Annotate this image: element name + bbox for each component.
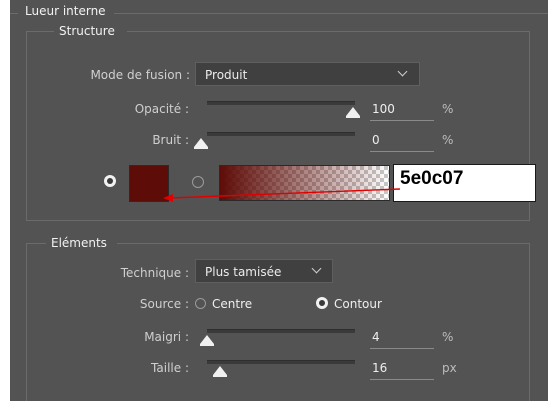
size-slider-track[interactable] — [207, 360, 355, 364]
elements-border-right — [529, 243, 530, 401]
source-center-radio[interactable] — [195, 298, 206, 309]
choke-value-underline — [370, 348, 434, 349]
opacity-unit: % — [442, 102, 454, 116]
inner-glow-panel: Lueur interne Structure Mode de fusion :… — [10, 0, 548, 401]
noise-unit: % — [442, 133, 454, 147]
noise-slider-track[interactable] — [207, 132, 355, 136]
opacity-slider-track[interactable] — [207, 101, 355, 105]
elements-border-left — [26, 243, 27, 401]
outer-group-border-top-right — [114, 13, 548, 14]
hex-color-annotation: 5e0c07 — [400, 168, 464, 189]
opacity-slider-thumb[interactable] — [346, 107, 360, 116]
blend-mode-label: Mode de fusion : — [90, 68, 190, 82]
choke-label: Maigri : — [144, 330, 189, 344]
noise-value-underline — [370, 151, 434, 152]
noise-label: Bruit : — [152, 133, 189, 147]
size-value-underline — [370, 379, 434, 380]
blend-mode-select[interactable]: Produit — [195, 62, 420, 86]
source-label: Source : — [139, 297, 189, 311]
elements-title: Eléments — [51, 236, 107, 250]
solid-color-radio[interactable] — [104, 175, 116, 187]
source-edge-label[interactable]: Contour — [334, 297, 382, 311]
structure-border-left — [26, 31, 27, 220]
noise-value[interactable]: 0 — [372, 133, 380, 147]
blend-mode-value: Produit — [205, 68, 248, 82]
size-label: Taille : — [151, 361, 189, 375]
opacity-slider-thumb-base — [346, 116, 360, 118]
size-unit: px — [442, 361, 457, 375]
structure-border-top-right — [127, 31, 529, 32]
size-value[interactable]: 16 — [372, 361, 387, 375]
choke-slider-thumb-base — [200, 344, 214, 346]
technique-value: Plus tamisée — [205, 265, 282, 279]
technique-select[interactable]: Plus tamisée — [195, 259, 333, 283]
chevron-down-icon — [311, 263, 322, 274]
source-center-label[interactable]: Centre — [212, 297, 252, 311]
size-slider-thumb[interactable] — [213, 366, 227, 375]
outer-group-title: Lueur interne — [25, 4, 106, 18]
opacity-label: Opacité : — [134, 102, 189, 116]
source-edge-radio[interactable] — [316, 297, 328, 309]
opacity-value-underline — [370, 120, 434, 121]
technique-label: Technique : — [120, 266, 189, 280]
noise-slider-thumb[interactable] — [194, 138, 208, 147]
size-slider-thumb-base — [213, 375, 227, 377]
annotation-arrow — [163, 188, 401, 202]
choke-value[interactable]: 4 — [372, 330, 380, 344]
choke-slider-track[interactable] — [207, 329, 355, 333]
structure-border-bottom — [26, 220, 530, 221]
noise-slider-thumb-base — [194, 147, 208, 149]
elements-border-top-left — [26, 243, 46, 244]
chevron-down-icon — [397, 66, 408, 77]
structure-border-top-left — [26, 31, 54, 32]
choke-slider-thumb[interactable] — [200, 335, 214, 344]
opacity-value[interactable]: 100 — [372, 102, 395, 116]
elements-border-top-right — [117, 243, 529, 244]
outer-group-border-top — [10, 13, 18, 14]
hex-color-annotation-box: 5e0c07 — [393, 164, 536, 202]
structure-title: Structure — [59, 24, 115, 38]
choke-unit: % — [442, 330, 454, 344]
